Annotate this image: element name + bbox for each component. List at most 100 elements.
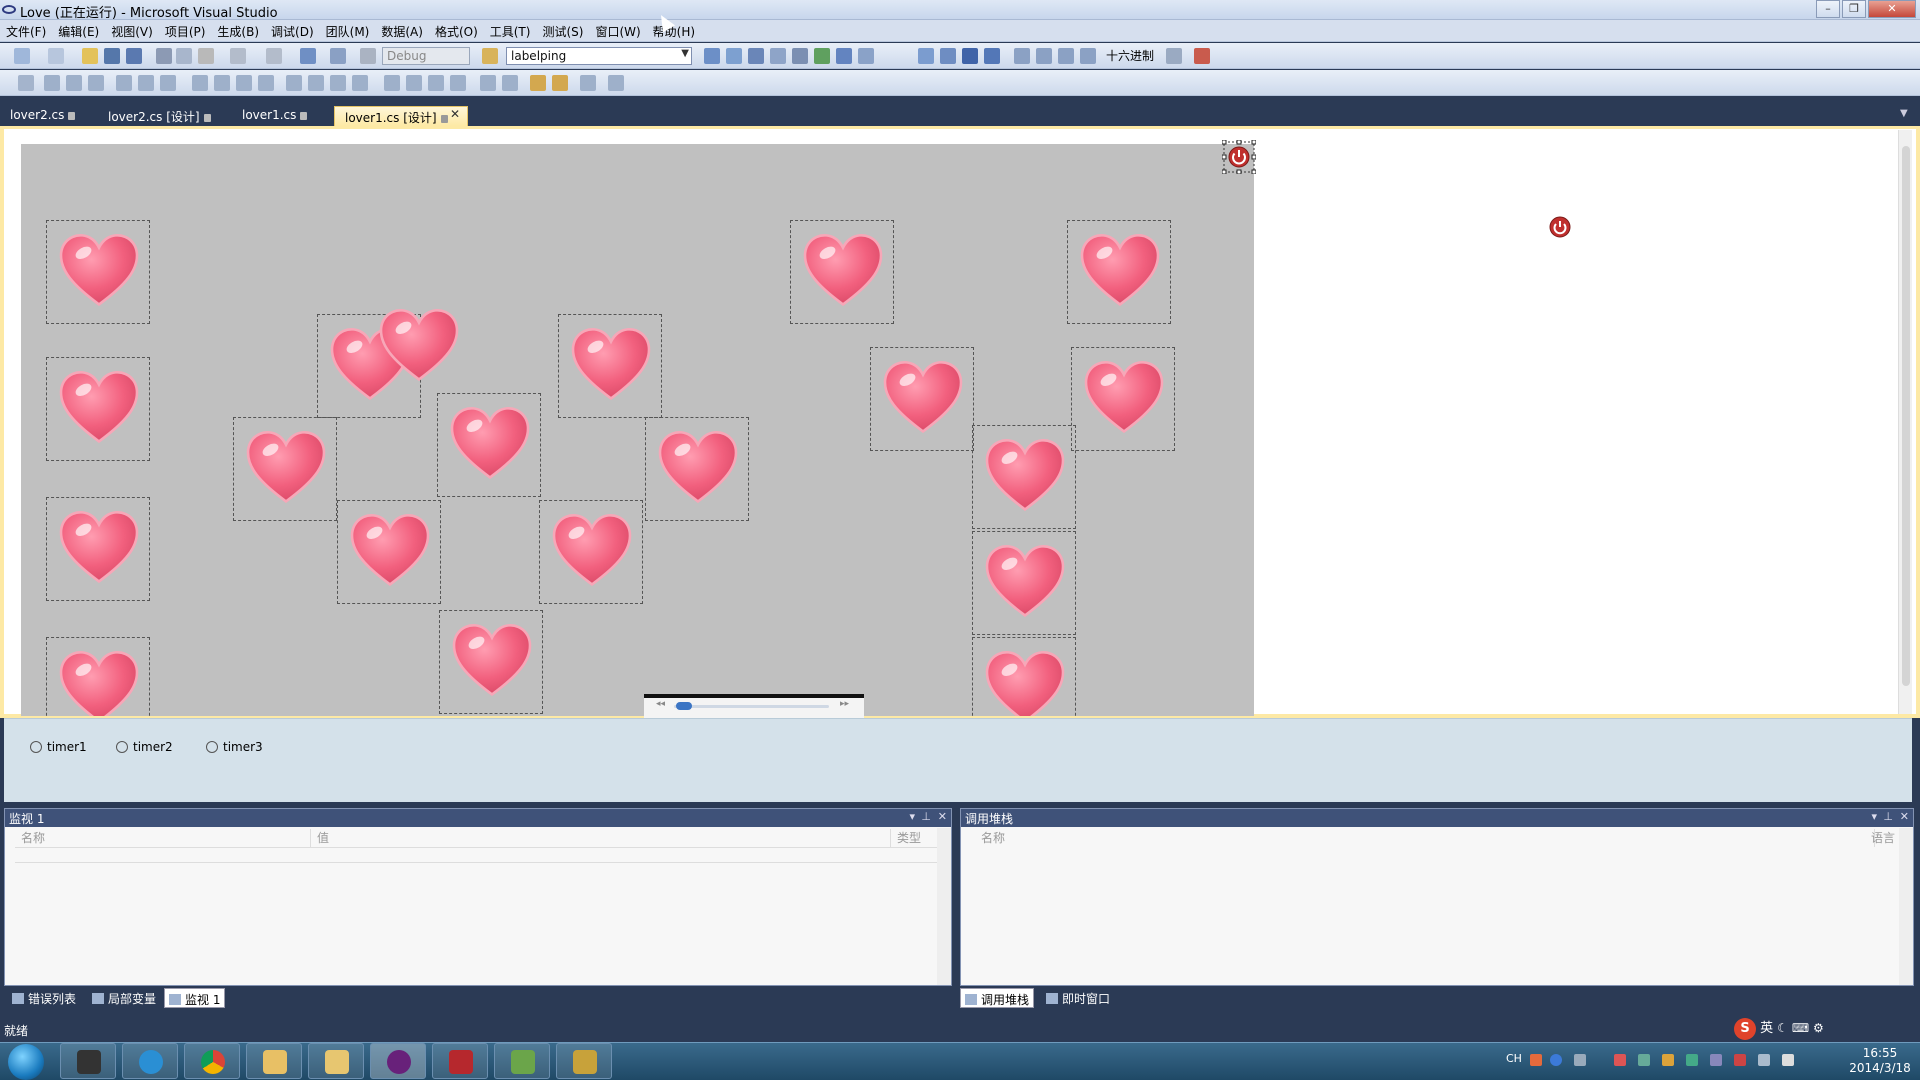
taskbar-app-games[interactable]: [246, 1043, 302, 1079]
open-file-icon[interactable]: [82, 48, 98, 64]
watch-scrollbar[interactable]: [937, 828, 951, 985]
menu-build[interactable]: 生成(B): [211, 20, 265, 42]
tray-security-icon[interactable]: [1662, 1054, 1674, 1066]
bring-to-front-icon[interactable]: [530, 75, 546, 91]
ime-options-icon[interactable]: ☾ ⌨ ⚙: [1777, 1021, 1823, 1035]
sogou-icon[interactable]: S: [1734, 1018, 1756, 1040]
paste-icon[interactable]: [198, 48, 214, 64]
show-next-statement-icon[interactable]: [1014, 48, 1030, 64]
align-centers-icon[interactable]: [66, 75, 82, 91]
input-language[interactable]: CH: [1506, 1052, 1522, 1065]
column-type[interactable]: 类型: [891, 829, 937, 847]
tab-watch-1[interactable]: 监视 1: [164, 988, 226, 1008]
navigate-forward-icon[interactable]: [330, 48, 346, 64]
heart-picture-box[interactable]: [46, 497, 150, 601]
vertical-spacing-icon[interactable]: [384, 75, 400, 91]
component-timer3[interactable]: timer3: [206, 740, 263, 754]
tray-flag-icon[interactable]: [1734, 1054, 1746, 1066]
tray-qq-icon[interactable]: [1638, 1054, 1650, 1066]
remove-horizontal-spacing-icon[interactable]: [352, 75, 368, 91]
extension-manager-icon[interactable]: [814, 48, 830, 64]
menu-tools[interactable]: 工具(T): [484, 20, 537, 42]
tab-locals[interactable]: 局部变量: [88, 988, 160, 1008]
menu-data[interactable]: 数据(A): [375, 20, 429, 42]
pin-icon[interactable]: ⊥: [921, 810, 931, 823]
heart-picture-box[interactable]: [233, 417, 337, 521]
startup-project-select[interactable]: labelping ▼: [506, 47, 692, 65]
tab-lover2-cs[interactable]: lover2.cs: [0, 106, 85, 126]
heart-picture-box[interactable]: [558, 314, 662, 418]
tab-order-icon[interactable]: [580, 75, 596, 91]
panel-dropdown-icon[interactable]: ▾: [909, 810, 915, 823]
object-browser-icon[interactable]: [748, 48, 764, 64]
form-power-icon[interactable]: [1222, 140, 1256, 174]
align-lefts-icon[interactable]: [44, 75, 60, 91]
panel-close-icon[interactable]: ✕: [1900, 810, 1909, 823]
increase-vertical-spacing-icon[interactable]: [406, 75, 422, 91]
close-tab-icon[interactable]: ✕: [450, 107, 460, 121]
tab-dropdown-icon[interactable]: ▼: [1900, 108, 1908, 119]
make-same-height-icon[interactable]: [236, 75, 252, 91]
power-icon[interactable]: [1549, 216, 1571, 238]
close-button[interactable]: ✕: [1868, 0, 1916, 18]
component-timer1[interactable]: timer1: [30, 740, 87, 754]
form-love[interactable]: [21, 144, 1254, 716]
taskbar-app-sogou[interactable]: [122, 1043, 178, 1079]
taskbar-app-media[interactable]: [556, 1043, 612, 1079]
ime-toolbar[interactable]: S 英 ☾ ⌨ ⚙: [1734, 1017, 1824, 1041]
menu-format[interactable]: 格式(O): [429, 20, 484, 42]
solution-configuration-select[interactable]: Debug: [382, 47, 470, 65]
center-horizontally-icon[interactable]: [480, 75, 496, 91]
menu-test[interactable]: 测试(S): [536, 20, 589, 42]
fast-forward-icon[interactable]: ▸▸: [840, 699, 849, 709]
heart-picture-box[interactable]: [46, 637, 150, 716]
tray-app-icon[interactable]: [1614, 1054, 1626, 1066]
send-to-back-icon[interactable]: [552, 75, 568, 91]
tab-immediate-window[interactable]: 即时窗口: [1042, 988, 1114, 1008]
restart-icon[interactable]: [984, 48, 1000, 64]
heart-picture-box[interactable]: [972, 531, 1076, 635]
panel-dropdown-icon[interactable]: ▾: [1871, 810, 1877, 823]
column-language[interactable]: 语言: [1865, 829, 1899, 847]
menu-debug[interactable]: 调试(D): [265, 20, 320, 42]
tab-lover1-cs[interactable]: lover1.cs: [232, 106, 317, 126]
taskbar-app-chrome[interactable]: [184, 1043, 240, 1079]
server-explorer-icon[interactable]: [836, 48, 852, 64]
tab-call-stack[interactable]: 调用堆栈: [960, 988, 1035, 1008]
column-name[interactable]: 名称: [15, 829, 311, 847]
breakpoints-icon[interactable]: [1166, 48, 1182, 64]
decrease-horizontal-spacing-icon[interactable]: [330, 75, 346, 91]
tray-expand-icon[interactable]: [1574, 1054, 1586, 1066]
step-out-icon[interactable]: [1080, 48, 1096, 64]
align-tops-icon[interactable]: [116, 75, 132, 91]
component-timer2[interactable]: timer2: [116, 740, 173, 754]
save-all-icon[interactable]: [126, 48, 142, 64]
seek-track[interactable]: [674, 705, 829, 708]
save-icon[interactable]: [104, 48, 120, 64]
start-debugging-icon[interactable]: [360, 48, 376, 64]
menu-team[interactable]: 团队(M): [320, 20, 376, 42]
size-to-grid-icon[interactable]: [214, 75, 230, 91]
heart-picture-box[interactable]: [972, 425, 1076, 529]
decrease-vertical-spacing-icon[interactable]: [428, 75, 444, 91]
align-rights-icon[interactable]: [88, 75, 104, 91]
tray-display-icon[interactable]: [1710, 1054, 1722, 1066]
step-over-icon[interactable]: [1058, 48, 1074, 64]
seek-thumb[interactable]: [676, 702, 692, 710]
properties-icon[interactable]: [726, 48, 742, 64]
undo-icon[interactable]: [230, 48, 246, 64]
taskbar-clock[interactable]: 16:55 2014/3/18: [1848, 1046, 1912, 1076]
lock-controls-icon[interactable]: [608, 75, 624, 91]
maximize-button[interactable]: ❐: [1842, 0, 1866, 18]
menu-view[interactable]: 视图(V): [105, 20, 159, 42]
ime-language[interactable]: 英: [1760, 1021, 1773, 1036]
align-to-grid-icon[interactable]: [18, 75, 34, 91]
heart-picture-box[interactable]: [1067, 220, 1171, 324]
media-player-control[interactable]: ◂◂ ▸▸: [644, 694, 864, 718]
tray-monitor-icon[interactable]: [1758, 1054, 1770, 1066]
debug-windows-icon[interactable]: [1194, 48, 1210, 64]
increase-horizontal-spacing-icon[interactable]: [308, 75, 324, 91]
pin-icon[interactable]: ⊥: [1883, 810, 1893, 823]
step-into-icon[interactable]: [1036, 48, 1052, 64]
break-all-icon[interactable]: [940, 48, 956, 64]
